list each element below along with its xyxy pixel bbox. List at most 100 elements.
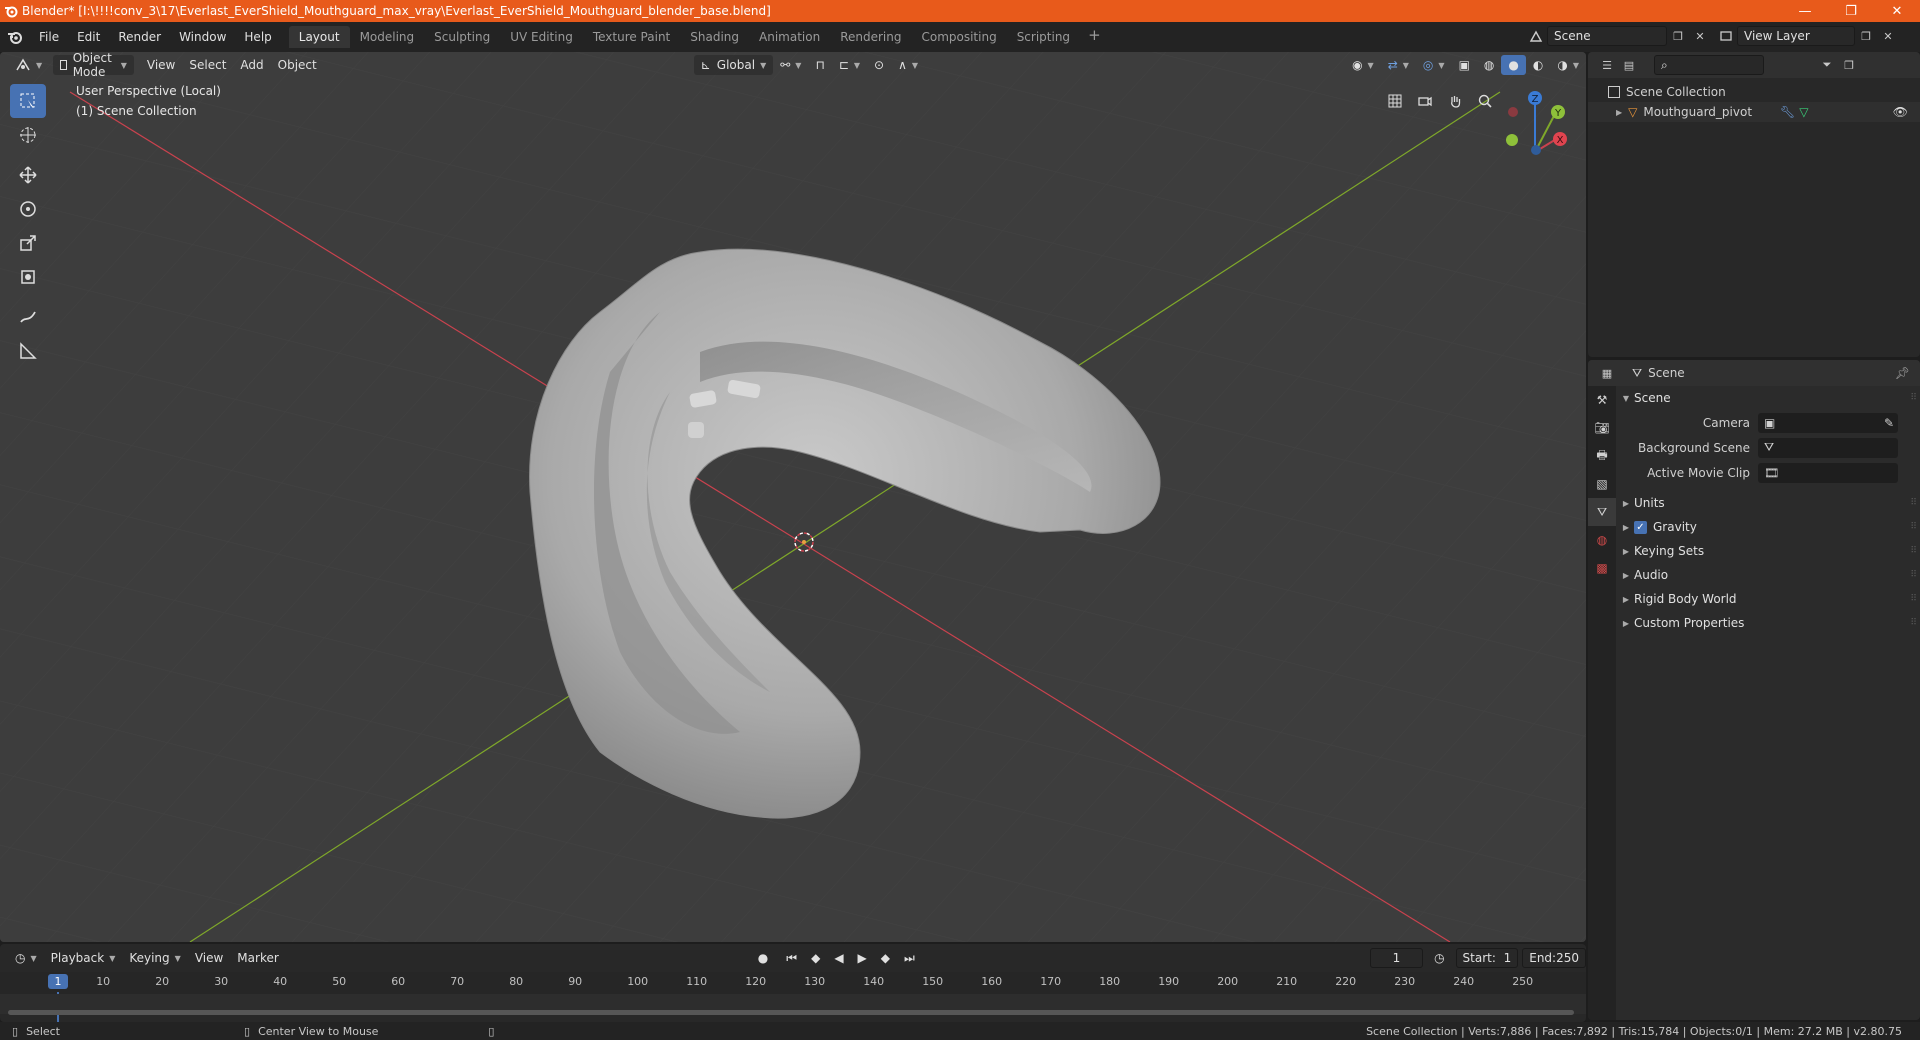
tab-modeling[interactable]: Modeling [350,26,425,48]
viewport-menu-add[interactable]: Add [233,55,270,75]
transform-orientation-dropdown[interactable]: ⊾ Global ▼ [693,55,774,75]
material-shading-icon[interactable]: ◐ [1526,55,1550,75]
tab-shading[interactable]: Shading [680,26,749,48]
outliner-editor-type-icon[interactable]: ☰ [1596,55,1618,75]
view-layer-field[interactable]: View Layer [1737,26,1855,46]
rigid-body-world-section[interactable]: ▶ Rigid Body World ⠿ [1618,587,1920,611]
scene-tab-icon[interactable]: ⛛ [1588,498,1616,526]
texture-tab-icon[interactable]: ▩ [1588,554,1616,582]
current-frame-marker[interactable]: 1 [48,974,68,989]
grid-view-icon[interactable] [1380,88,1410,114]
minimize-button[interactable]: — [1782,0,1828,22]
pan-view-icon[interactable] [1440,88,1470,114]
proportional-edit-icon[interactable]: ⊙ [867,55,891,75]
new-view-layer-icon[interactable]: ❐ [1855,26,1877,46]
outliner-item[interactable]: ▶ ▽ Mouthguard_pivot 🔧︎ ▽ 👁︎ [1588,102,1920,122]
3d-viewport[interactable]: Z Y X ▼ Object Mode ▼ View Select Add Obj… [0,52,1586,942]
rotate-tool[interactable] [10,192,46,226]
rendered-shading-icon[interactable]: ◑ ▼ [1550,55,1586,75]
drag-grip-icon[interactable]: ⠿ [1910,498,1917,508]
tab-scripting[interactable]: Scripting [1007,26,1080,48]
restore-button[interactable]: ❐ [1828,0,1874,22]
gizmo-toggle-icon[interactable]: ⇄ ▼ [1381,55,1416,75]
drag-grip-icon[interactable]: ⠿ [1910,393,1917,403]
current-frame-field[interactable]: 1 [1369,948,1424,968]
tab-sculpting[interactable]: Sculpting [424,26,500,48]
expand-arrow-icon[interactable]: ▶ [1616,108,1622,117]
tool-tab-icon[interactable]: ⚒ [1588,386,1616,414]
render-tab-icon[interactable]: 📷︎ [1588,414,1616,442]
play-button[interactable]: ▶ [851,948,874,968]
output-tab-icon[interactable]: 🖶︎ [1588,442,1616,470]
move-tool[interactable] [10,158,46,192]
drag-grip-icon[interactable]: ⠿ [1910,570,1917,580]
menu-render[interactable]: Render [109,30,170,44]
mesh-data-icon[interactable]: ▽ [1799,105,1808,119]
menu-help[interactable]: Help [235,30,280,44]
viewport-menu-select[interactable]: Select [182,55,233,75]
jump-start-button[interactable]: ⏮ [779,948,804,968]
drag-grip-icon[interactable]: ⠿ [1910,594,1917,604]
tab-layout[interactable]: Layout [288,26,350,48]
timeline-menu-playback[interactable]: Playback ▼ [44,948,123,968]
background-scene-field[interactable]: ⛛ [1758,437,1898,458]
play-reverse-button[interactable]: ◀ [827,948,850,968]
world-tab-icon[interactable]: ◍ [1588,526,1616,554]
menu-file[interactable]: File [30,30,68,44]
timeline-menu-keying[interactable]: Keying ▼ [122,948,187,968]
modifier-icon[interactable]: 🔧︎ [1780,105,1795,119]
view-layer-tab-icon[interactable]: ▧ [1588,470,1616,498]
new-scene-icon[interactable]: ❐ [1667,26,1689,46]
tab-compositing[interactable]: Compositing [911,26,1006,48]
pivot-point-icon[interactable]: ⚯ ▼ [773,55,808,75]
eye-icon[interactable]: 👁︎ [1893,105,1908,119]
scene-panel-header[interactable]: ▼ Scene ⠿ [1618,386,1920,410]
select-box-tool[interactable] [10,84,46,118]
end-frame-field[interactable]: End: 250 [1522,948,1586,968]
camera-view-icon[interactable] [1410,88,1440,114]
filter-icon[interactable]: ⏷ [1816,55,1838,75]
tab-uv-editing[interactable]: UV Editing [500,26,583,48]
next-keyframe-button[interactable]: ◆ [874,948,897,968]
measure-tool[interactable] [10,334,46,368]
tab-texture-paint[interactable]: Texture Paint [583,26,680,48]
timeline-scrollbar[interactable] [8,1010,1574,1015]
drag-grip-icon[interactable]: ⠿ [1910,522,1917,532]
camera-field[interactable]: ▣ ✎ [1758,412,1898,433]
jump-end-button[interactable]: ⏭ [897,948,922,968]
outliner-search-input[interactable]: ⌕ [1654,55,1764,75]
zoom-view-icon[interactable] [1470,88,1500,114]
preview-range-icon[interactable]: ◷ [1427,948,1451,968]
properties-editor-type-icon[interactable]: ▦ [1596,363,1618,383]
timeline-menu-view[interactable]: View [188,948,230,968]
audio-section[interactable]: ▶ Audio ⠿ [1618,563,1920,587]
wireframe-shading-icon[interactable]: ◍ [1477,55,1501,75]
menu-edit[interactable]: Edit [68,30,109,44]
new-collection-icon[interactable]: ❐ [1838,55,1860,75]
editor-type-icon[interactable]: ▼ [8,55,49,75]
viewport-menu-view[interactable]: View [140,55,182,75]
outliner-display-mode-icon[interactable]: ▤ [1618,55,1640,75]
cursor-tool[interactable] [10,118,46,152]
annotate-tool[interactable] [10,300,46,334]
view-layer-icon[interactable] [1715,26,1737,46]
keying-sets-section[interactable]: ▶ Keying Sets ⠿ [1618,539,1920,563]
viewport-menu-object[interactable]: Object [271,55,324,75]
delete-scene-icon[interactable]: ✕ [1689,26,1711,46]
visibility-icon[interactable]: ◉ ▼ [1345,55,1381,75]
outliner-scene-collection[interactable]: Scene Collection [1588,82,1920,102]
tab-animation[interactable]: Animation [749,26,830,48]
timeline-ruler[interactable]: 1 10 20 30 40 50 60 70 80 90 100 110 120 130 140 150 160… [0,972,1586,1022]
add-workspace-button[interactable]: + [1080,26,1109,48]
scene-name-field[interactable]: Scene [1547,26,1667,46]
drag-grip-icon[interactable]: ⠿ [1910,546,1917,556]
scene-icon[interactable] [1525,26,1547,46]
active-movie-clip-field[interactable]: 🎞︎ [1758,462,1898,483]
units-section[interactable]: ▶ Units ⠿ [1618,491,1920,515]
drag-grip-icon[interactable]: ⠿ [1910,618,1917,628]
pin-icon[interactable]: 📌︎ [1895,366,1910,380]
snap-icon[interactable]: ⊓ [808,55,831,75]
menu-window[interactable]: Window [170,30,235,44]
eyedropper-icon[interactable]: ✎ [1884,416,1894,430]
scale-tool[interactable] [10,226,46,260]
